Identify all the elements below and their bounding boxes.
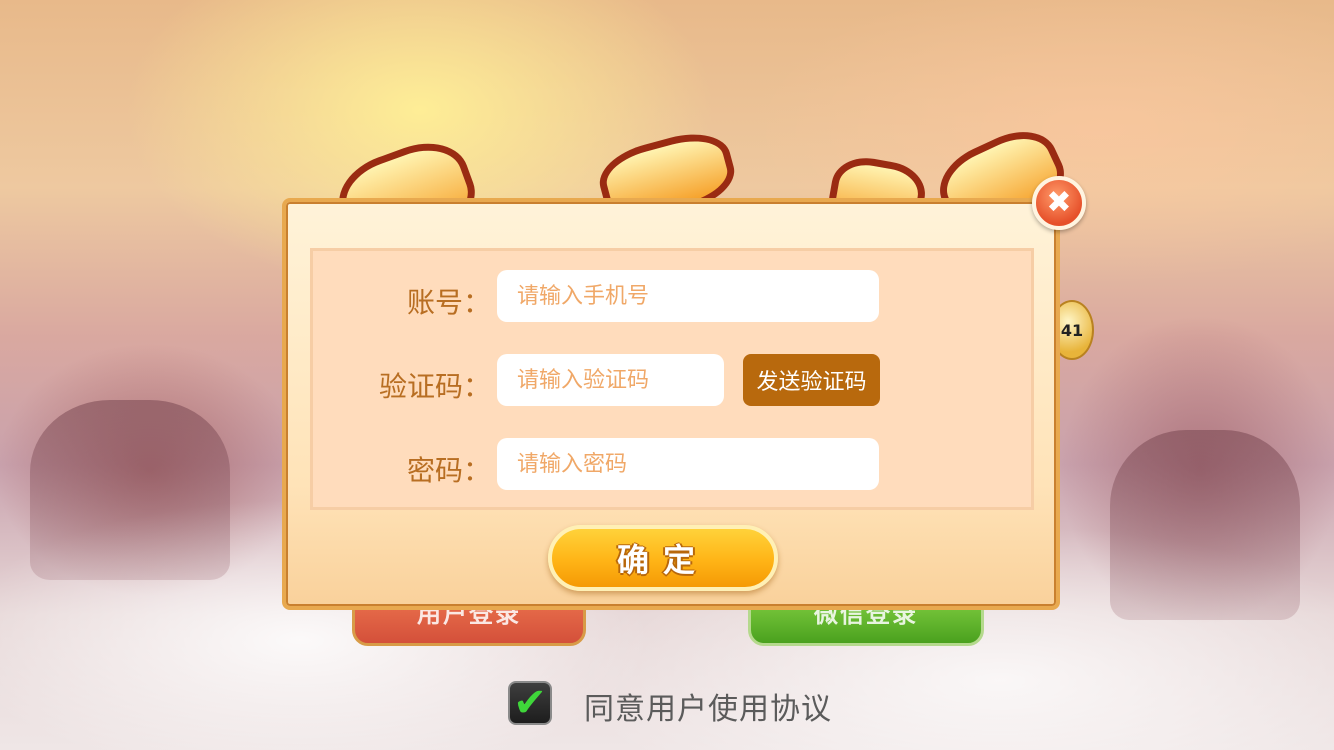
agreement-checkbox[interactable]: ✔ — [508, 681, 552, 725]
login-dialog: 账号： 验证码： 发送验证码 密码： 确定 — [282, 198, 1060, 610]
password-input[interactable] — [497, 438, 879, 490]
mountain-right — [1110, 430, 1300, 620]
send-code-button[interactable]: 发送验证码 — [743, 354, 880, 406]
verification-code-label: 验证码： — [378, 370, 491, 403]
close-icon[interactable]: ✖ — [1032, 176, 1086, 230]
account-label: 账号： — [406, 286, 491, 319]
account-input[interactable] — [497, 270, 879, 322]
password-label: 密码： — [406, 454, 491, 487]
verification-code-input[interactable] — [497, 354, 724, 406]
mountain-left — [30, 400, 230, 580]
agreement-label[interactable]: 同意用户使用协议 — [584, 684, 832, 728]
confirm-button[interactable]: 确定 — [548, 525, 778, 591]
login-form-panel: 账号： 验证码： 发送验证码 密码： — [310, 248, 1034, 510]
